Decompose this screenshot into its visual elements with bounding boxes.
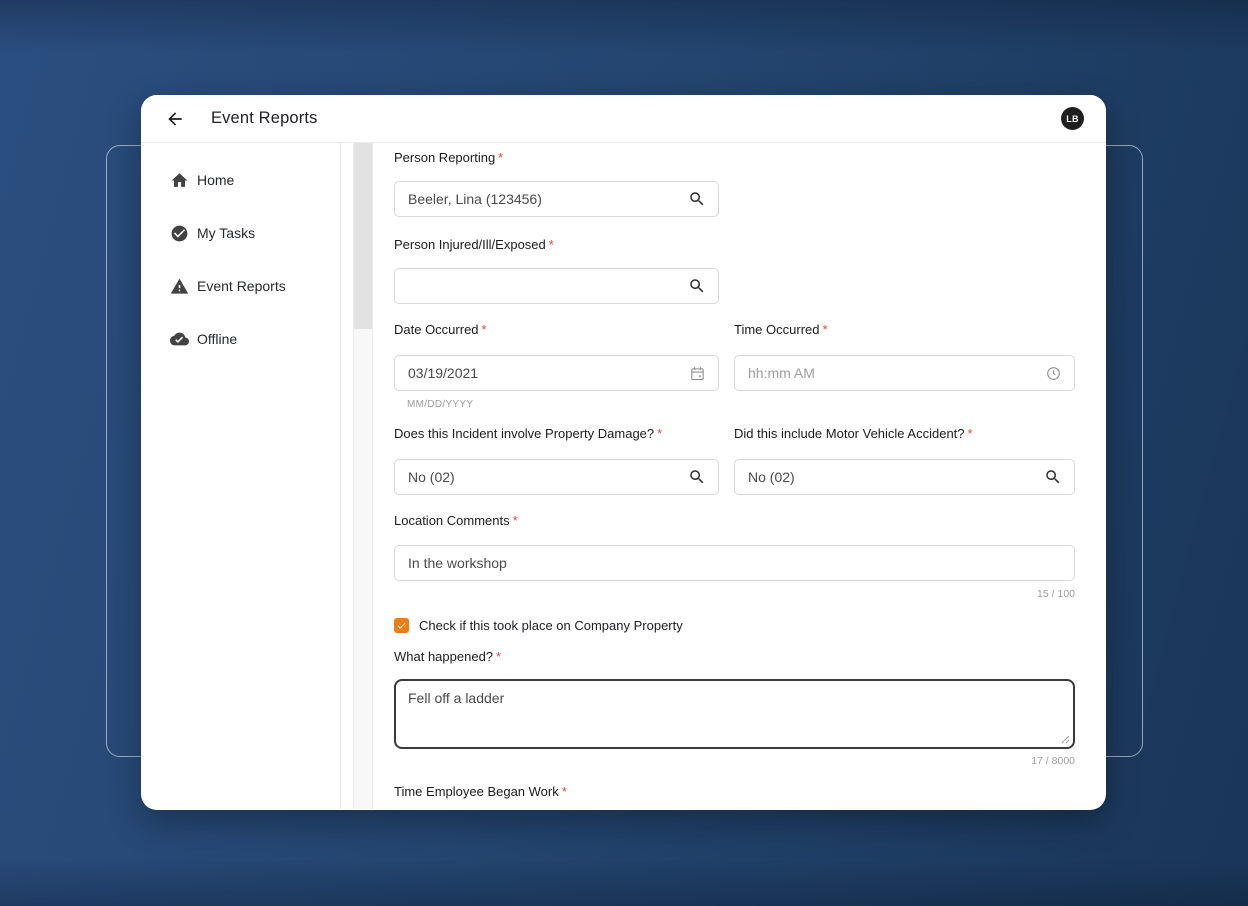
required-asterisk: * [496, 649, 501, 664]
required-asterisk: * [657, 426, 662, 441]
time-occurred-field[interactable] [734, 355, 1075, 391]
scrollbar-thumb[interactable] [354, 143, 372, 329]
what-happened-field[interactable]: Fell off a ladder [394, 679, 1075, 749]
location-comments-input[interactable] [408, 555, 1062, 571]
label-text: Date Occurred [394, 322, 479, 337]
person-reporting-label: Person Reporting* [394, 150, 1075, 166]
label-text: Did this include Motor Vehicle Accident? [734, 426, 965, 441]
date-occurred-input[interactable] [408, 365, 681, 381]
person-injured-label: Person Injured/Ill/Exposed* [394, 237, 1075, 253]
required-asterisk: * [549, 237, 554, 252]
sidebar-item-label: Event Reports [197, 278, 286, 294]
time-began-work-label: Time Employee Began Work* [394, 784, 1075, 800]
date-occurred-label: Date Occurred* [394, 322, 719, 338]
date-occurred-field[interactable] [394, 355, 719, 391]
property-damage-label: Does this Incident involve Property Dama… [394, 426, 719, 442]
content-scrollbar[interactable] [353, 143, 373, 809]
page-title: Event Reports [211, 109, 318, 128]
label-text: Person Injured/Ill/Exposed [394, 237, 546, 252]
motor-vehicle-field[interactable] [734, 459, 1075, 495]
sidebar-gutter [341, 143, 353, 809]
sidebar-item-event-reports[interactable]: Event Reports [141, 274, 340, 298]
event-report-form: Person Reporting* Person Injured/Ill/Exp… [373, 143, 1106, 809]
what-happened-counter: 17 / 8000 [394, 755, 1075, 767]
location-comments-counter: 15 / 100 [394, 588, 1075, 600]
cloud-done-icon [170, 330, 189, 349]
property-damage-field[interactable] [394, 459, 719, 495]
search-icon[interactable] [1044, 468, 1062, 486]
motor-vehicle-input[interactable] [748, 469, 1036, 485]
required-asterisk: * [968, 426, 973, 441]
sidebar-item-my-tasks[interactable]: My Tasks [141, 221, 340, 245]
search-icon[interactable] [688, 468, 706, 486]
person-reporting-input[interactable] [408, 191, 680, 207]
required-asterisk: * [498, 150, 503, 165]
sidebar-item-home[interactable]: Home [141, 168, 340, 192]
sidebar-item-label: Home [197, 172, 234, 188]
location-comments-label: Location Comments* [394, 513, 1075, 529]
user-avatar[interactable]: LB [1061, 107, 1084, 130]
what-happened-textarea[interactable]: Fell off a ladder [396, 681, 1073, 747]
company-property-label[interactable]: Check if this took place on Company Prop… [419, 618, 683, 633]
required-asterisk: * [513, 513, 518, 528]
search-icon[interactable] [688, 190, 706, 208]
app-window: Event Reports LB Home My Tasks Event [141, 95, 1106, 810]
person-reporting-field[interactable] [394, 181, 719, 217]
app-body: Home My Tasks Event Reports Offline [141, 143, 1106, 809]
label-text: Time Occurred [734, 322, 819, 337]
label-text: Person Reporting [394, 150, 495, 165]
label-text: Time Employee Began Work [394, 784, 559, 799]
label-text: Location Comments [394, 513, 510, 528]
check-icon [396, 620, 407, 631]
label-text: What happened? [394, 649, 493, 664]
what-happened-label: What happened?* [394, 649, 1075, 665]
company-property-checkbox[interactable] [394, 618, 409, 633]
location-comments-field[interactable] [394, 545, 1075, 581]
motor-vehicle-label: Did this include Motor Vehicle Accident?… [734, 426, 1075, 442]
time-occurred-input[interactable] [748, 365, 1037, 381]
required-asterisk: * [482, 322, 487, 337]
sidebar: Home My Tasks Event Reports Offline [141, 143, 341, 809]
home-icon [170, 171, 189, 190]
arrow-back-icon [165, 109, 185, 129]
date-format-hint: MM/DD/YYYY [394, 399, 719, 410]
sidebar-item-offline[interactable]: Offline [141, 327, 340, 351]
search-icon[interactable] [688, 277, 706, 295]
person-injured-input[interactable] [408, 278, 680, 294]
time-occurred-label: Time Occurred* [734, 322, 1075, 338]
required-asterisk: * [562, 784, 567, 799]
clock-icon[interactable] [1045, 365, 1062, 382]
sidebar-item-label: My Tasks [197, 225, 255, 241]
property-damage-input[interactable] [408, 469, 680, 485]
required-asterisk: * [822, 322, 827, 337]
label-text: Does this Incident involve Property Dama… [394, 426, 654, 441]
check-circle-icon [170, 224, 189, 243]
calendar-icon[interactable] [689, 365, 706, 382]
warning-icon [170, 277, 189, 296]
app-header: Event Reports LB [141, 95, 1106, 143]
company-property-row: Check if this took place on Company Prop… [394, 618, 1075, 633]
person-injured-field[interactable] [394, 268, 719, 304]
sidebar-item-label: Offline [197, 331, 237, 347]
back-button[interactable] [163, 107, 187, 131]
